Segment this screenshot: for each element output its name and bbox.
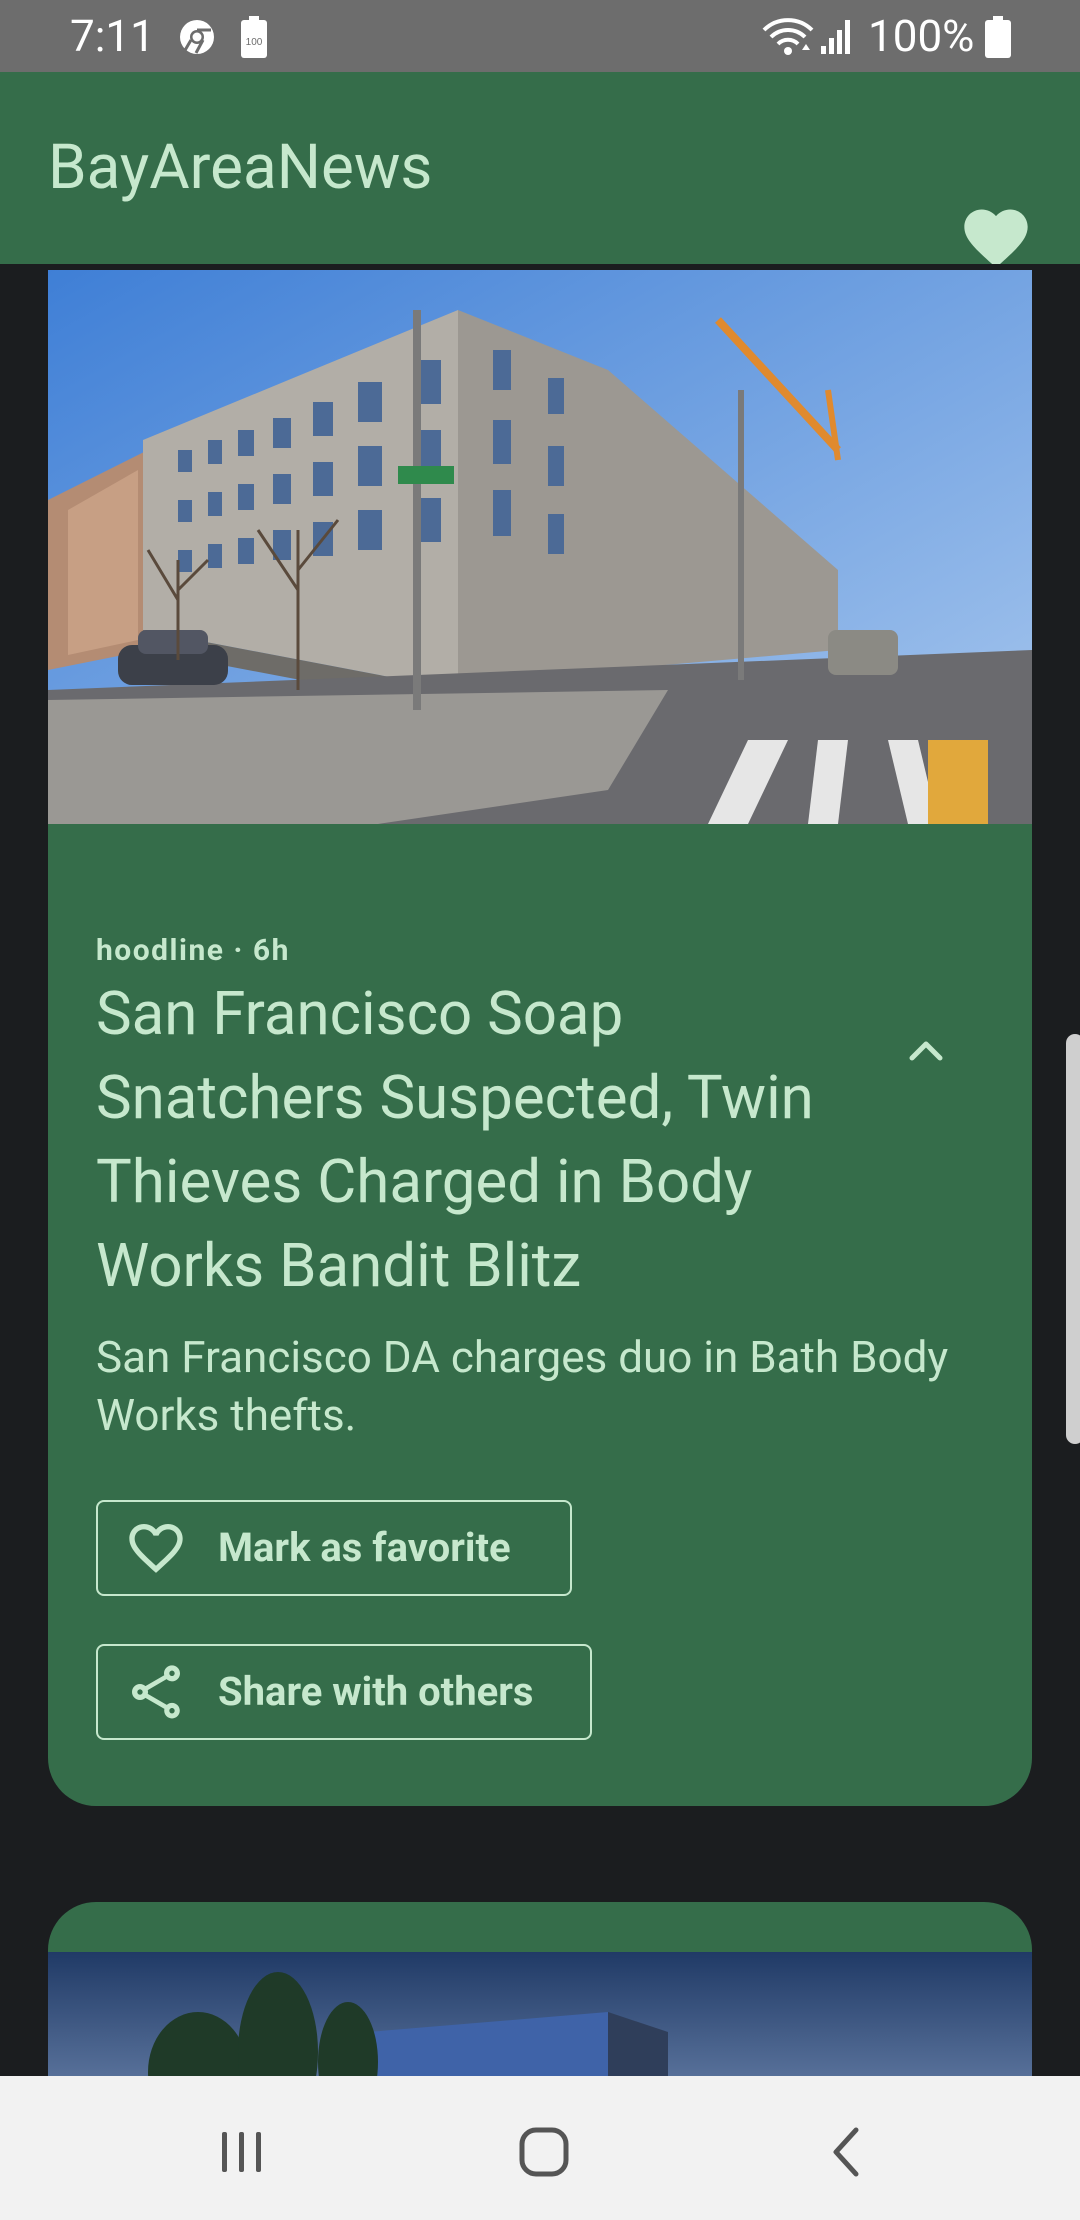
chrome-icon — [180, 20, 214, 54]
status-time: 7:11 — [70, 10, 155, 62]
mark-favorite-button[interactable]: Mark as favorite — [96, 1500, 572, 1596]
home-icon — [519, 2127, 569, 2177]
article-summary: San Francisco DA charges duo in Bath Bod… — [96, 1331, 949, 1441]
share-icon — [132, 1665, 180, 1719]
heart-outline-icon — [129, 1524, 183, 1573]
scrollbar-thumb[interactable] — [1066, 1034, 1080, 1444]
mark-favorite-label: Mark as favorite — [218, 1524, 511, 1571]
news-feed[interactable]: hoodline · 6h San Francisco Soap Snatche… — [0, 264, 1080, 2076]
article-source-time: hoodline · 6h — [96, 933, 290, 968]
article-card[interactable] — [48, 1902, 1032, 2076]
back-icon — [833, 2127, 859, 2177]
home-button[interactable] — [504, 2112, 584, 2192]
navigation-bar — [0, 2076, 1080, 2220]
recent-apps-icon — [222, 2132, 261, 2172]
share-button[interactable]: Share with others — [96, 1644, 592, 1740]
article-card[interactable]: hoodline · 6h San Francisco Soap Snatche… — [48, 270, 1032, 1806]
back-button[interactable] — [806, 2112, 886, 2192]
article-headline[interactable]: San Francisco Soap Snatchers Suspected, … — [96, 972, 876, 1308]
wifi-icon — [762, 18, 814, 55]
recent-apps-button[interactable] — [202, 2112, 282, 2192]
svg-text:100: 100 — [246, 37, 263, 48]
article-image — [48, 270, 1032, 824]
battery-saver-icon: 100 — [241, 16, 267, 58]
collapse-button[interactable] — [890, 1014, 962, 1086]
article-image — [48, 1952, 1032, 2076]
app-bar: BayAreaNews — [0, 72, 1080, 268]
battery-icon — [985, 16, 1011, 58]
status-bar: 7:11 100 100% — [0, 0, 1080, 72]
chevron-up-icon — [909, 1041, 943, 1061]
signal-icon — [821, 20, 850, 54]
app-title: BayAreaNews — [48, 131, 433, 204]
share-label: Share with others — [218, 1668, 534, 1715]
battery-percent: 100% — [868, 10, 975, 62]
